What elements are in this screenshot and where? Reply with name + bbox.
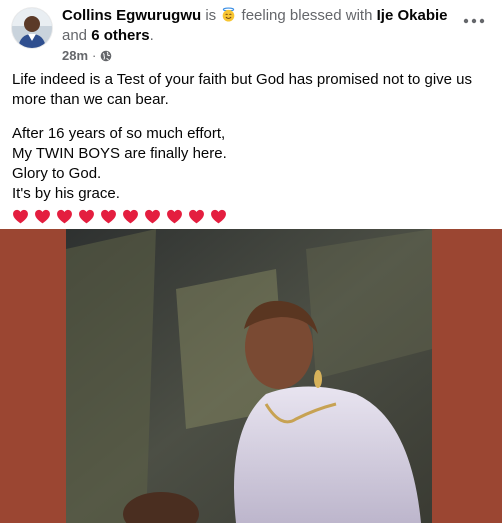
hearts-row: [12, 208, 490, 225]
facebook-post: Collins Egwurugwu is feeling blessed wit…: [0, 0, 502, 523]
globe-icon[interactable]: [100, 50, 112, 62]
post-time[interactable]: 28m: [62, 48, 88, 63]
meta-separator: ·: [92, 48, 97, 63]
post-header: Collins Egwurugwu is feeling blessed wit…: [12, 6, 490, 66]
post-meta: 28m ·: [62, 48, 112, 63]
more-dots: [463, 18, 485, 24]
red-heart-icon: [35, 209, 50, 224]
red-heart-icon: [167, 209, 182, 224]
smiling-halo-face-icon: [223, 7, 235, 22]
red-heart-icon: [189, 209, 204, 224]
is-text: is: [205, 7, 217, 24]
couple-photo-illustration: [66, 229, 432, 523]
photo-content: [66, 229, 432, 523]
more-options-icon[interactable]: [462, 12, 486, 32]
red-heart-icon: [123, 209, 138, 224]
tagged-person[interactable]: Ije Okabie: [377, 7, 448, 24]
post-line-4: It's by his grace.: [12, 185, 120, 202]
author-name[interactable]: Collins Egwurugwu: [62, 7, 201, 24]
tagged-others-link[interactable]: 6 others: [91, 27, 149, 44]
feeling-text: feeling blessed with: [241, 7, 373, 24]
red-heart-icon: [101, 209, 116, 224]
author-avatar[interactable]: [12, 8, 52, 48]
avatar-image: [12, 8, 52, 48]
header-period: .: [149, 27, 154, 44]
red-heart-icon: [57, 209, 72, 224]
post-header-text: Collins Egwurugwu is feeling blessed wit…: [62, 6, 450, 46]
red-heart-icon: [211, 209, 226, 224]
red-heart-icon: [79, 209, 94, 224]
post-line-3: Glory to God.: [12, 165, 102, 182]
and-text: and: [62, 27, 88, 44]
post-photo[interactable]: [0, 229, 502, 523]
post-line-2: My TWIN BOYS are finally here.: [12, 145, 227, 162]
post-paragraph-1: Life indeed is a Test of your faith but …: [12, 71, 472, 108]
post-line-1: After 16 years of so much effort,: [12, 125, 226, 142]
red-heart-icon: [145, 209, 160, 224]
post-content: Life indeed is a Test of your faith but …: [12, 70, 490, 225]
red-heart-icon: [13, 209, 28, 224]
